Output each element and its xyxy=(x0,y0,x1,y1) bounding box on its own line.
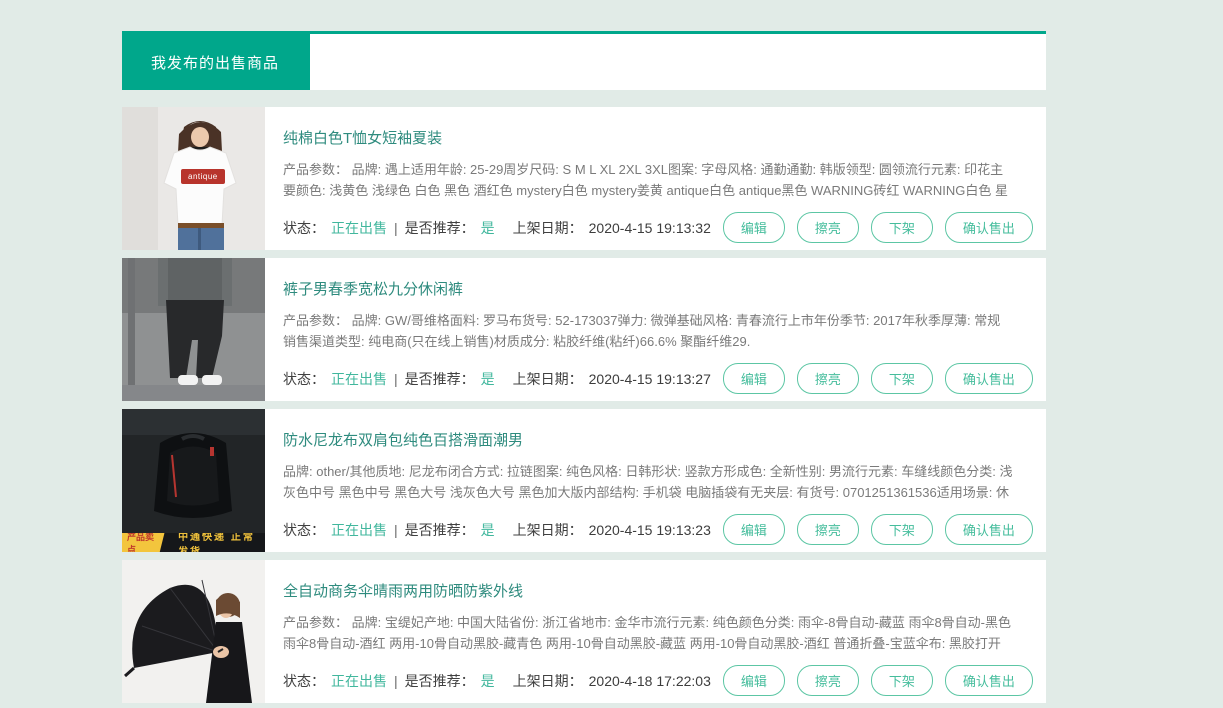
recommend-label: 是否推荐： xyxy=(405,522,475,538)
recommend-value: 是 xyxy=(481,673,495,689)
product-row: antique 纯棉白色T恤女短袖夏装 产品参数： 品牌: 遇上适用年龄: 25… xyxy=(122,107,1046,250)
product-content: 防水尼龙布双肩包纯色百搭滑面潮男 品牌: other/其他质地: 尼龙布闭合方式… xyxy=(265,409,1046,552)
umbrella-photo-illustration xyxy=(122,560,265,703)
product-title-link[interactable]: 全自动商务伞晴雨两用防晒防紫外线 xyxy=(283,580,523,601)
recommend-label: 是否推荐： xyxy=(405,220,475,236)
confirm-sold-button[interactable]: 确认售出 xyxy=(945,363,1033,394)
separator: | xyxy=(394,220,398,236)
page-container: 我发布的出售商品 antique 纯棉白色T恤女短袖夏装 产品参数： 品牌: 遇… xyxy=(122,0,1046,703)
date-label: 上架日期： xyxy=(513,220,583,236)
date-value: 2020-4-15 19:13:27 xyxy=(589,371,711,387)
product-row: 产品卖点 中通快递 正常发货 防水尼龙布双肩包纯色百搭滑面潮男 品牌: othe… xyxy=(122,409,1046,552)
pants-photo-illustration xyxy=(122,258,265,401)
recommend-value: 是 xyxy=(481,220,495,236)
product-photo-backpack[interactable]: 产品卖点 中通快递 正常发货 xyxy=(122,409,265,552)
product-meta-row: 状态： 正在出售 | 是否推荐： 是 上架日期： 2020-4-15 19:13:23 编辑… xyxy=(283,514,1013,545)
product-content: 全自动商务伞晴雨两用防晒防紫外线 产品参数： 品牌: 宝缇妃产地: 中国大陆省份… xyxy=(265,560,1046,703)
status-label: 状态： xyxy=(283,371,325,387)
recommend-label: 是否推荐： xyxy=(405,371,475,387)
product-photo-tshirt[interactable]: antique xyxy=(122,107,265,250)
status-label: 状态： xyxy=(283,220,325,236)
take-down-button[interactable]: 下架 xyxy=(871,514,933,545)
product-status-line: 状态： 正在出售 | 是否推荐： 是 上架日期： 2020-4-15 19:13:23 xyxy=(283,520,711,540)
date-value: 2020-4-15 19:13:23 xyxy=(589,522,711,538)
date-value: 2020-4-18 17:22:03 xyxy=(589,673,711,689)
photo-banner: 产品卖点 中通快递 正常发货 xyxy=(122,533,265,552)
product-meta-row: 状态： 正在出售 | 是否推荐： 是 上架日期： 2020-4-18 17:22:03 编辑… xyxy=(283,665,1013,696)
take-down-button[interactable]: 下架 xyxy=(871,363,933,394)
product-content: 纯棉白色T恤女短袖夏装 产品参数： 品牌: 遇上适用年龄: 25-29周岁尺码:… xyxy=(265,107,1046,250)
status-value: 正在出售 xyxy=(331,673,387,689)
product-params: 产品参数： 品牌: 宝缇妃产地: 中国大陆省份: 浙江省地市: 金华市流行元素:… xyxy=(283,612,1013,654)
edit-button[interactable]: 编辑 xyxy=(723,363,785,394)
product-status-line: 状态： 正在出售 | 是否推荐： 是 上架日期： 2020-4-15 19:13:27 xyxy=(283,369,711,389)
banner-badge: 产品卖点 xyxy=(122,533,166,552)
recommend-value: 是 xyxy=(481,522,495,538)
tab-my-published-items[interactable]: 我发布的出售商品 xyxy=(122,34,310,90)
polish-button[interactable]: 擦亮 xyxy=(797,212,859,243)
status-value: 正在出售 xyxy=(331,220,387,236)
polish-button[interactable]: 擦亮 xyxy=(797,363,859,394)
product-row: 裤子男春季宽松九分休闲裤 产品参数： 品牌: GW/哥维格面料: 罗马布货号: … xyxy=(122,258,1046,401)
status-value: 正在出售 xyxy=(331,371,387,387)
tab-label: 我发布的出售商品 xyxy=(151,52,279,73)
product-status-line: 状态： 正在出售 | 是否推荐： 是 上架日期： 2020-4-18 17:22:03 xyxy=(283,671,711,691)
confirm-sold-button[interactable]: 确认售出 xyxy=(945,212,1033,243)
polish-button[interactable]: 擦亮 xyxy=(797,665,859,696)
recommend-label: 是否推荐： xyxy=(405,673,475,689)
take-down-button[interactable]: 下架 xyxy=(871,665,933,696)
product-meta-row: 状态： 正在出售 | 是否推荐： 是 上架日期： 2020-4-15 19:13:32 编辑… xyxy=(283,212,1013,243)
separator: | xyxy=(394,371,398,387)
product-photo-pants[interactable] xyxy=(122,258,265,401)
action-buttons: 编辑 擦亮 下架 确认售出 xyxy=(711,514,1033,545)
action-buttons: 编辑 擦亮 下架 确认售出 xyxy=(711,665,1033,696)
date-label: 上架日期： xyxy=(513,371,583,387)
tshirt-brand-badge: antique xyxy=(181,169,225,184)
edit-button[interactable]: 编辑 xyxy=(723,514,785,545)
action-buttons: 编辑 擦亮 下架 确认售出 xyxy=(711,363,1033,394)
status-label: 状态： xyxy=(283,522,325,538)
banner-text: 中通快递 正常发货 xyxy=(178,533,265,552)
backpack-photo-illustration xyxy=(122,409,265,552)
date-label: 上架日期： xyxy=(513,673,583,689)
edit-button[interactable]: 编辑 xyxy=(723,665,785,696)
product-params: 产品参数： 品牌: 遇上适用年龄: 25-29周岁尺码: S M L XL 2X… xyxy=(283,159,1013,201)
status-value: 正在出售 xyxy=(331,522,387,538)
product-title-link[interactable]: 防水尼龙布双肩包纯色百搭滑面潮男 xyxy=(283,429,523,450)
polish-button[interactable]: 擦亮 xyxy=(797,514,859,545)
product-content: 裤子男春季宽松九分休闲裤 产品参数： 品牌: GW/哥维格面料: 罗马布货号: … xyxy=(265,258,1046,401)
confirm-sold-button[interactable]: 确认售出 xyxy=(945,665,1033,696)
product-row: 全自动商务伞晴雨两用防晒防紫外线 产品参数： 品牌: 宝缇妃产地: 中国大陆省份… xyxy=(122,560,1046,703)
date-label: 上架日期： xyxy=(513,522,583,538)
panel-header: 我发布的出售商品 xyxy=(122,31,1046,90)
edit-button[interactable]: 编辑 xyxy=(723,212,785,243)
date-value: 2020-4-15 19:13:32 xyxy=(589,220,711,236)
confirm-sold-button[interactable]: 确认售出 xyxy=(945,514,1033,545)
take-down-button[interactable]: 下架 xyxy=(871,212,933,243)
product-meta-row: 状态： 正在出售 | 是否推荐： 是 上架日期： 2020-4-15 19:13:27 编辑… xyxy=(283,363,1013,394)
separator: | xyxy=(394,522,398,538)
product-status-line: 状态： 正在出售 | 是否推荐： 是 上架日期： 2020-4-15 19:13:32 xyxy=(283,218,711,238)
status-label: 状态： xyxy=(283,673,325,689)
product-title-link[interactable]: 裤子男春季宽松九分休闲裤 xyxy=(283,278,463,299)
action-buttons: 编辑 擦亮 下架 确认售出 xyxy=(711,212,1033,243)
product-title-link[interactable]: 纯棉白色T恤女短袖夏装 xyxy=(283,127,442,148)
separator: | xyxy=(394,673,398,689)
product-params: 品牌: other/其他质地: 尼龙布闭合方式: 拉链图案: 纯色风格: 日韩形… xyxy=(283,461,1013,503)
product-params: 产品参数： 品牌: GW/哥维格面料: 罗马布货号: 52-173037弹力: … xyxy=(283,310,1013,352)
recommend-value: 是 xyxy=(481,371,495,387)
product-photo-umbrella[interactable] xyxy=(122,560,265,703)
